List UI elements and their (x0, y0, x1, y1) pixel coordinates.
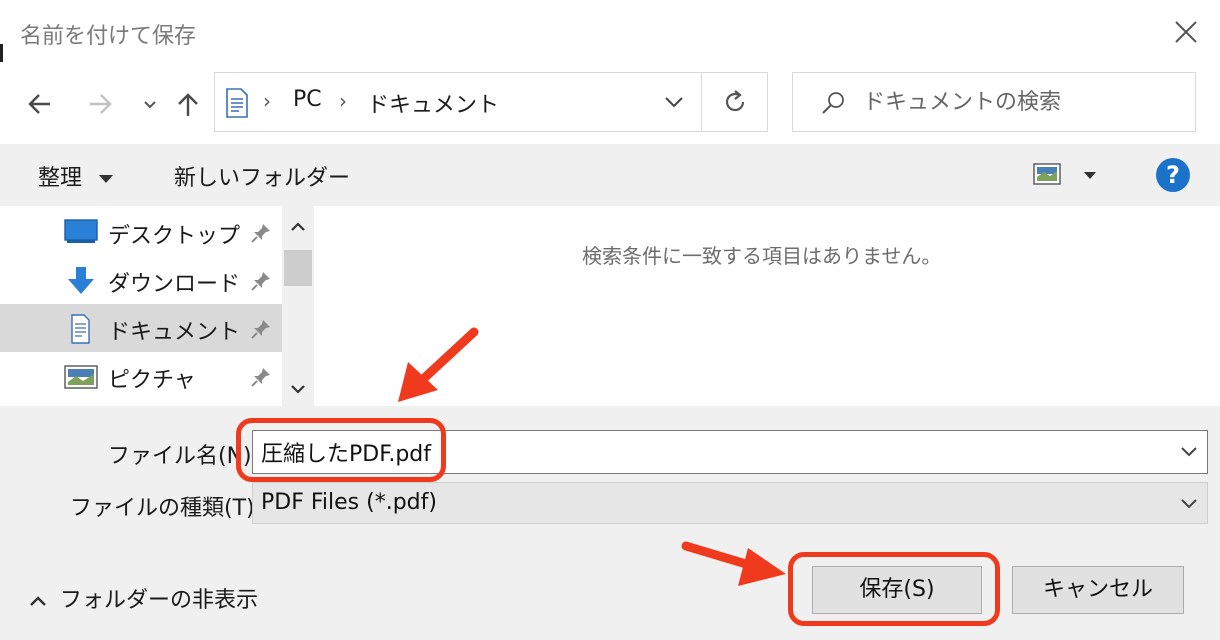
pin-icon (251, 368, 270, 387)
sidebar-item-pictures[interactable]: ピクチャ (0, 352, 282, 400)
pin-icon (251, 224, 270, 243)
sidebar-item-label: ダウンロード (108, 272, 241, 297)
sidebar-item-documents[interactable]: ドキュメント (0, 304, 282, 352)
up-button[interactable] (170, 86, 206, 122)
refresh-icon (725, 90, 745, 112)
pictures-icon (64, 365, 98, 389)
download-icon (68, 267, 94, 294)
navigation-bar: › PC › ドキュメント (0, 64, 1220, 144)
arrow-to-save-icon (681, 541, 786, 586)
back-arrow-icon (28, 94, 50, 114)
filetype-value: PDF Files (*.pdf) (261, 490, 437, 515)
arrow-to-filename-icon (398, 327, 479, 402)
empty-results-message: 検索条件に一致する項目はありません。 (582, 244, 942, 268)
sidebar-item-label: デスクトップ (108, 224, 241, 249)
filetype-select[interactable]: PDF Files (*.pdf) (252, 482, 1208, 524)
address-bar[interactable]: › PC › ドキュメント (214, 72, 768, 132)
search-box[interactable] (792, 72, 1196, 132)
scroll-down-button[interactable] (282, 374, 314, 406)
pin-icon (251, 272, 270, 291)
close-icon (1175, 21, 1197, 43)
filetype-label: ファイルの種類(T): (70, 496, 263, 521)
scroll-thumb[interactable] (284, 250, 312, 286)
breadcrumb-documents[interactable]: ドキュメント (367, 87, 499, 119)
title-bar: 名前を付けて保存 (0, 0, 1220, 64)
desktop-icon (64, 219, 98, 243)
sidebar-item-desktop[interactable]: デスクトップ (0, 208, 282, 256)
new-folder-button[interactable]: 新しいフォルダー (174, 160, 350, 192)
close-button[interactable] (1166, 12, 1206, 52)
view-options-icon (1033, 163, 1096, 185)
recent-locations-button[interactable] (132, 86, 168, 122)
breadcrumb-pc[interactable]: PC (293, 87, 322, 112)
address-history-dropdown[interactable] (647, 73, 701, 131)
hide-folders-label: フォルダーの非表示 (60, 588, 259, 613)
hide-folders-toggle[interactable]: フォルダーの非表示 (28, 582, 258, 614)
search-icon (822, 92, 844, 114)
change-view-button[interactable] (1032, 158, 1102, 192)
chevron-up-icon (291, 222, 305, 231)
back-button[interactable] (22, 86, 58, 122)
chevron-down-icon (1181, 447, 1197, 457)
sidebar-item-downloads[interactable]: ダウンロード (0, 256, 282, 304)
document-icon (226, 88, 248, 118)
breadcrumb-separator: › (339, 89, 347, 113)
up-arrow-icon (178, 93, 198, 116)
chevron-up-icon (30, 596, 46, 606)
sidebar-item-label: ドキュメント (108, 320, 241, 345)
organize-menu-button[interactable]: 整理 (38, 160, 114, 191)
chevron-down-icon (1181, 499, 1197, 509)
navigation-scrollbar[interactable] (282, 206, 314, 406)
forward-arrow-icon (90, 94, 112, 114)
document-icon (71, 314, 90, 344)
caret-down-icon (99, 175, 114, 183)
save-button-highlight (788, 552, 1000, 626)
filename-highlight (236, 418, 446, 482)
chevron-down-icon (291, 385, 305, 394)
cancel-button[interactable]: キャンセル (1012, 566, 1184, 614)
navigation-pane: デスクトップ ダウンロード ドキュメント ピクチャ (0, 206, 282, 406)
chevron-down-icon (144, 101, 156, 109)
scroll-up-button[interactable] (282, 210, 314, 242)
refresh-button[interactable] (701, 73, 768, 131)
browser-area: デスクトップ ダウンロード ドキュメント ピクチャ 検索条件に一致する項目はあり… (0, 206, 1220, 406)
search-input[interactable] (863, 83, 1183, 121)
help-icon: ? (1166, 161, 1180, 189)
pin-icon (251, 320, 270, 339)
organize-label: 整理 (38, 166, 83, 191)
command-toolbar: 整理 新しいフォルダー ? (0, 144, 1220, 206)
breadcrumb-separator: › (263, 89, 271, 113)
sidebar-item-label: ピクチャ (108, 368, 196, 393)
forward-button[interactable] (82, 86, 118, 122)
chevron-down-icon (665, 97, 683, 108)
dialog-title: 名前を付けて保存 (20, 24, 197, 49)
help-button[interactable]: ? (1156, 158, 1190, 192)
save-options-panel: ファイル名(N): ファイルの種類(T): PDF Files (*.pdf) … (0, 406, 1220, 640)
